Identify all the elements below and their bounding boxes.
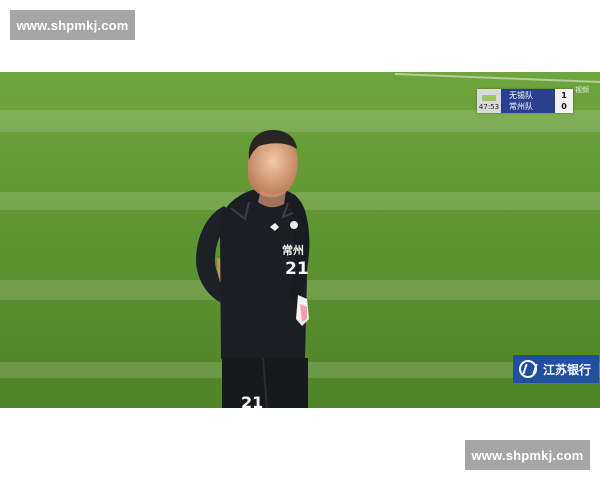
- watermark-bottom: www.shpmkj.com: [465, 440, 590, 470]
- home-team-score: 1: [561, 91, 567, 100]
- video-frame: 常州 21 21: [0, 72, 600, 408]
- scoreboard-scores: 1 0: [555, 89, 573, 113]
- scoreboard-team-names: 无锡队 常州队: [501, 89, 555, 113]
- match-clock: 47:53: [478, 103, 500, 111]
- watermark-top-text: www.shpmkj.com: [16, 17, 129, 33]
- sponsor-logo-icon: [519, 360, 537, 378]
- page: www.shpmkj.com 常州 21 21 47:53 无锡队 常州队 1 …: [0, 0, 600, 480]
- away-team-score: 0: [561, 102, 567, 111]
- shirt-team-text: 常州: [282, 243, 304, 257]
- away-team-name: 常州队: [509, 102, 533, 111]
- scoreboard-badge-icon: [482, 95, 496, 101]
- soccer-scene: 常州 21 21: [0, 72, 600, 408]
- scoreboard-time-box: 47:53: [477, 89, 501, 113]
- watermark-top: www.shpmkj.com: [10, 10, 135, 40]
- sponsor-name: 江苏银行: [543, 362, 592, 377]
- watermark-bottom-text: www.shpmkj.com: [471, 447, 584, 463]
- shirt-number: 21: [285, 259, 309, 279]
- club-crest: [290, 221, 298, 229]
- scoreboard: 47:53 无锡队 常州队 1 0: [477, 89, 573, 113]
- home-team-name: 无锡队: [509, 91, 533, 100]
- broadcast-mark: 视频: [575, 86, 589, 94]
- sponsor-badge: 江苏银行: [513, 355, 599, 383]
- shorts-number: 21: [241, 393, 263, 408]
